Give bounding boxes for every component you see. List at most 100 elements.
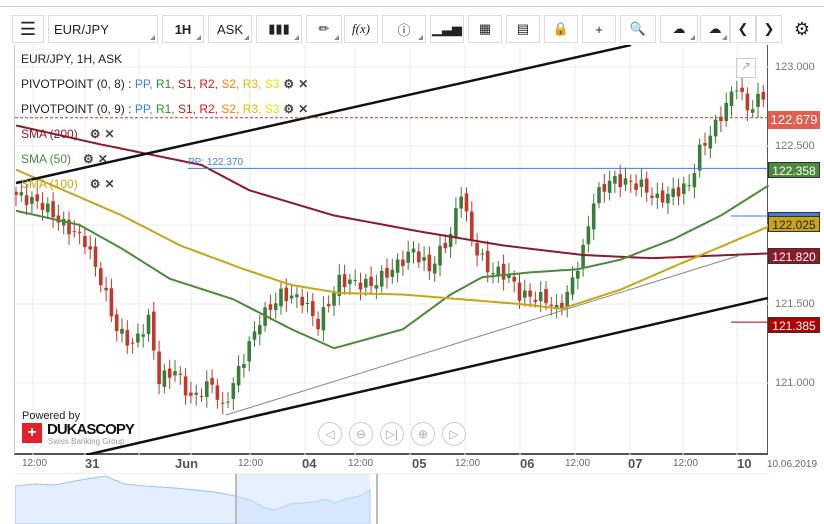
crosshair-button[interactable]: +	[582, 15, 616, 43]
volume-button[interactable]: ▁▃▅	[430, 15, 464, 43]
candle-body	[538, 292, 543, 302]
candle-body	[358, 282, 363, 290]
pivot-legend-1: PIVOTPOINT (0, 8) : PP, R1, S1, R2, S2, …	[21, 77, 308, 91]
zoom-in-button[interactable]: ⊕	[411, 422, 435, 446]
info-icon: ⓘ	[397, 22, 411, 38]
candle-body	[104, 287, 108, 291]
sma200-legend: SMA (200) ⚙ ✕	[21, 127, 115, 141]
pan-left-button[interactable]: ◁	[318, 422, 342, 446]
time-tick: 04	[302, 456, 317, 471]
lock-icon: 🔒	[552, 21, 570, 36]
price-tick: 121.500	[775, 298, 815, 310]
separator: :	[124, 77, 135, 91]
sma100-legend: SMA (100) ⚙ ✕	[21, 177, 115, 191]
candle-body	[220, 402, 225, 404]
skip-end-icon: ▷|	[385, 427, 399, 441]
navigator-window[interactable]	[236, 474, 370, 524]
price-tick: 121.000	[775, 377, 815, 389]
go-latest-button[interactable]: ▷|	[380, 422, 404, 446]
menu-button[interactable]: ☰	[12, 15, 44, 43]
candle-body	[51, 201, 55, 218]
candle-body	[215, 385, 220, 400]
brand-sub: Swiss Banking Group	[48, 437, 125, 446]
gear-icon[interactable]: ⚙	[90, 177, 101, 191]
candle-body	[114, 314, 119, 332]
pp-price-label: 122.358	[768, 162, 820, 178]
side-select[interactable]: ASK	[208, 15, 252, 43]
gear-icon: ⚙	[793, 18, 811, 39]
candle-body	[597, 187, 601, 204]
lock-button[interactable]: 🔒	[544, 15, 578, 43]
pivot-level-s2: S2,	[221, 77, 243, 91]
candle-body	[438, 245, 442, 266]
gear-icon[interactable]: ⚙	[283, 102, 294, 116]
zoom-out-icon: ⊖	[355, 427, 367, 441]
pivot-legend-2: PIVOTPOINT (0, 9) : PP, R1, S1, R2, S2, …	[21, 102, 308, 116]
gear-icon[interactable]: ⚙	[283, 77, 294, 91]
close-icon[interactable]: ✕	[104, 127, 114, 141]
close-icon[interactable]: ✕	[104, 177, 114, 191]
gear-icon[interactable]: ⚙	[83, 152, 94, 166]
candle-body	[311, 301, 315, 317]
candle-body	[729, 91, 734, 107]
sma50-legend: SMA (50) ⚙ ✕	[21, 152, 108, 166]
scroll-left-button[interactable]: ❮	[730, 15, 756, 43]
candle-body	[173, 371, 177, 376]
indicators-button[interactable]: f(x)	[344, 15, 378, 43]
pivot-level-r1: R1,	[155, 77, 178, 91]
close-icon[interactable]: ✕	[98, 152, 108, 166]
pivot-level-s2: S2,	[221, 102, 243, 116]
cloud-download-icon: ☁	[708, 21, 722, 36]
pivot-level-pp: PP,	[134, 102, 156, 116]
candle-body	[295, 294, 299, 298]
candle-body	[99, 268, 103, 286]
news-button[interactable]: ▤	[506, 15, 540, 43]
time-tick: 31	[85, 456, 100, 471]
candle-body	[544, 289, 548, 304]
symbol-select[interactable]: EUR/JPY	[48, 15, 158, 43]
popout-button[interactable]: ↗	[736, 58, 756, 78]
pivot-level-r3: R3,	[242, 102, 265, 116]
candle-body	[199, 395, 204, 397]
download-button[interactable]: ☁	[700, 15, 730, 43]
indicator-name: PIVOTPOINT (0, 8)	[21, 77, 125, 91]
candle-body	[496, 266, 501, 276]
candle-body	[644, 178, 649, 193]
candle-body	[93, 246, 98, 267]
time-tick: 10	[737, 456, 752, 471]
zoom-out-button[interactable]: ⊖	[349, 422, 373, 446]
time-tick: 12:00	[565, 458, 591, 469]
chart-type-button[interactable]: ▮▮▮	[256, 15, 302, 43]
upload-button[interactable]: ☁	[660, 15, 698, 43]
candle-body	[565, 291, 569, 307]
chevron-right-icon: ❯	[763, 21, 775, 36]
pan-right-button[interactable]: ▷	[442, 422, 466, 446]
candle-body	[422, 257, 426, 261]
sma200-line	[15, 124, 769, 260]
close-icon[interactable]: ✕	[298, 102, 308, 116]
close-icon[interactable]: ✕	[298, 77, 308, 91]
timeframe-select[interactable]: 1H	[162, 15, 204, 43]
calendar-button[interactable]: ▦	[468, 15, 502, 43]
magnifier-icon: 🔍	[629, 21, 647, 36]
candle-body	[305, 302, 310, 304]
candle-body	[533, 299, 538, 302]
gear-icon[interactable]: ⚙	[90, 127, 101, 141]
candle-body	[379, 270, 384, 287]
candle-body	[395, 259, 400, 273]
candle-body	[655, 193, 660, 199]
candle-body	[279, 288, 283, 307]
info-button[interactable]: ⓘ	[382, 15, 426, 43]
candle-body	[157, 351, 161, 385]
sma200-price-label: 121.820	[768, 248, 820, 264]
candle-body	[756, 93, 760, 107]
scroll-right-button[interactable]: ❯	[756, 15, 782, 43]
navigator[interactable]	[15, 473, 769, 524]
price-tick: 123.000	[775, 61, 815, 73]
zoom-button[interactable]: 🔍	[620, 15, 656, 43]
pp-label: PP: 122.370	[188, 157, 244, 168]
settings-button[interactable]: ⚙	[788, 15, 816, 43]
pivot-level-s3: S3	[264, 77, 280, 91]
draw-button[interactable]: ✏	[306, 15, 342, 43]
candle-body	[501, 264, 506, 280]
